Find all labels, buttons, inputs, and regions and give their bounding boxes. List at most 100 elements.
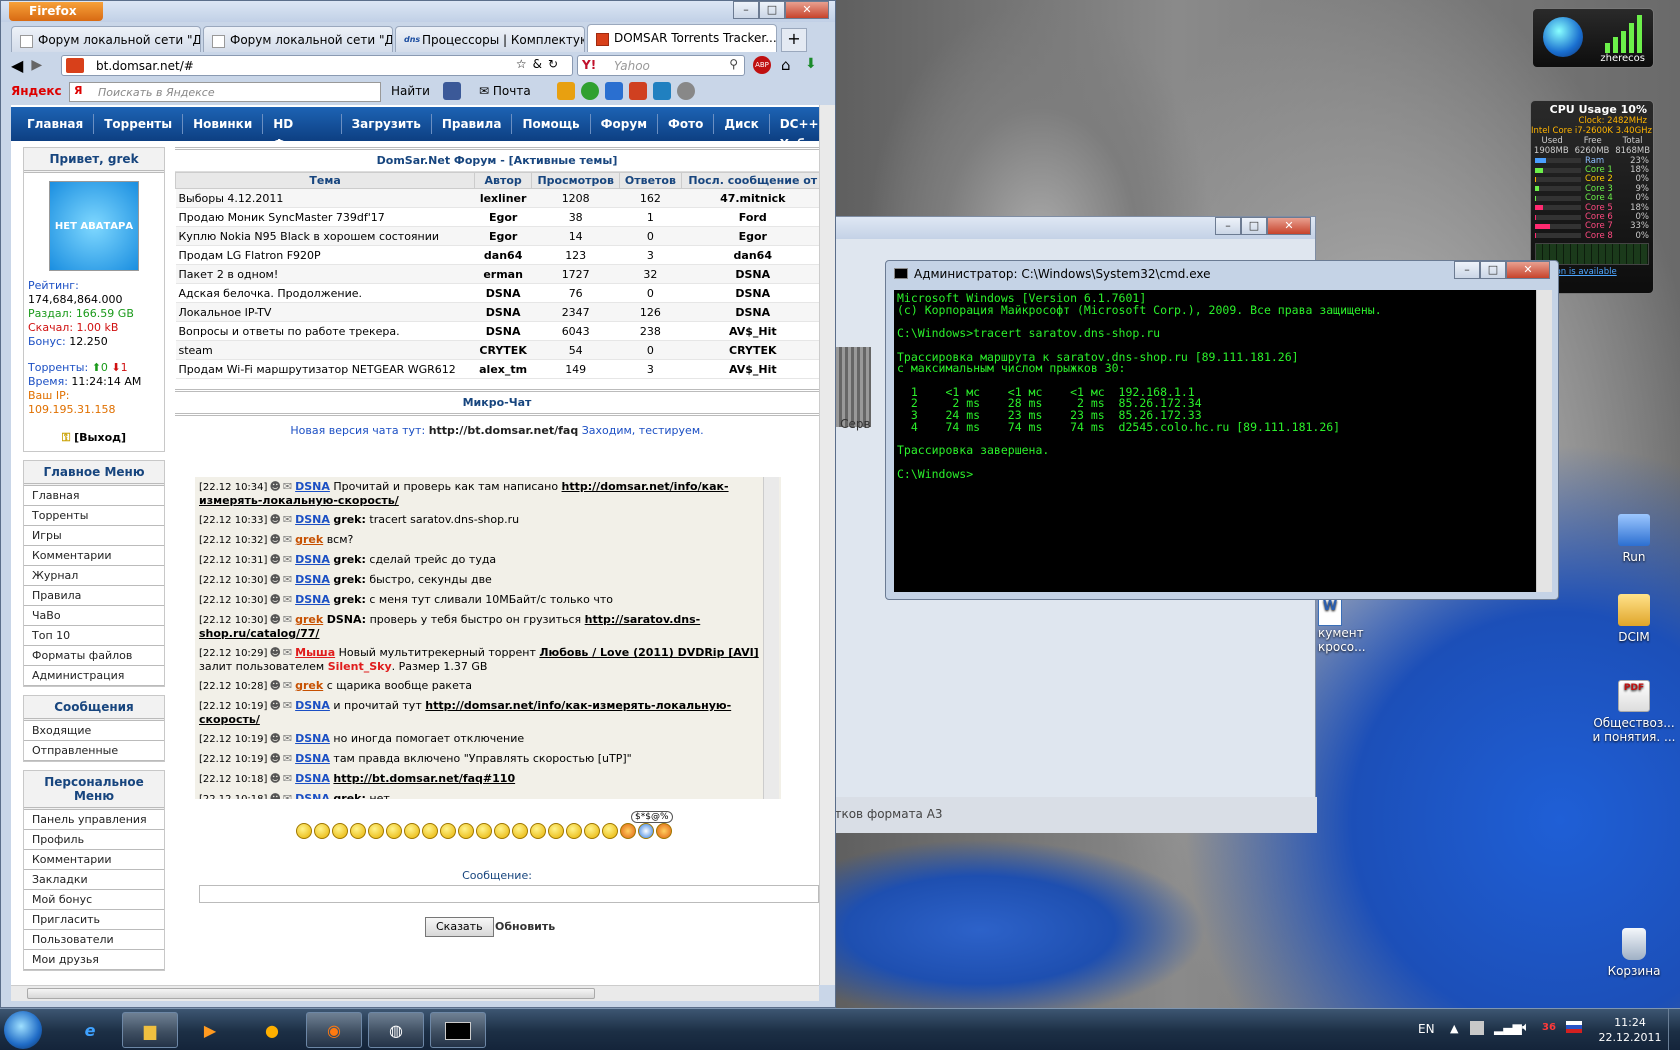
tab-domsar[interactable]: DOMSAR Torrents Tracker... bbox=[587, 24, 777, 52]
firefox-titlebar[interactable]: Firefox – □ ✕ bbox=[1, 1, 835, 22]
ie-taskbar-button[interactable]: e bbox=[62, 1012, 118, 1048]
mail-icon[interactable]: ✉ bbox=[283, 613, 292, 626]
chat-username[interactable]: Silent_Sky bbox=[328, 660, 392, 673]
table-cell[interactable]: lexliner bbox=[474, 188, 532, 208]
adblock-icon[interactable]: ABP bbox=[753, 56, 771, 74]
page-scrollbar[interactable] bbox=[819, 105, 835, 985]
mail-icon[interactable]: ✉ bbox=[283, 679, 292, 692]
media-taskbar-button[interactable]: ▶ bbox=[182, 1012, 238, 1048]
table-cell[interactable]: CRYTEK bbox=[474, 340, 532, 360]
vk-icon[interactable] bbox=[443, 82, 461, 100]
table-cell[interactable]: dan64 bbox=[681, 245, 819, 265]
scroll-thumb[interactable] bbox=[27, 988, 595, 999]
site-menu-item[interactable]: Фото bbox=[658, 114, 715, 134]
smiley-icon[interactable] bbox=[602, 823, 618, 839]
user-icon[interactable]: ☻ bbox=[269, 679, 280, 692]
smiley-icon[interactable] bbox=[512, 823, 528, 839]
chat-username[interactable]: grek bbox=[295, 533, 323, 546]
topic-link[interactable]: steam bbox=[175, 340, 475, 360]
table-cell[interactable]: DSNA bbox=[681, 264, 819, 284]
firefox-window[interactable]: Firefox – □ ✕ Форум локальной сети "ДО..… bbox=[0, 0, 836, 1008]
user-icon[interactable]: ☻ bbox=[269, 732, 280, 745]
site-menu-item[interactable]: Помощь bbox=[512, 114, 591, 134]
download-icon[interactable]: ⬇ bbox=[805, 56, 817, 72]
ghost-taskbar-button[interactable]: ◍ bbox=[368, 1012, 424, 1048]
topic-link[interactable]: Продам LG Flatron F920P bbox=[175, 245, 475, 265]
close-icon[interactable]: ✕ bbox=[1267, 217, 1311, 235]
tab-forum-2[interactable]: Форум локальной сети "ДО... bbox=[203, 26, 393, 52]
column-header[interactable]: Посл. сообщение от bbox=[680, 172, 819, 189]
smiley-icon[interactable] bbox=[350, 823, 366, 839]
show-desktop-button[interactable] bbox=[1668, 1009, 1680, 1050]
sidebar-item[interactable]: Пригласить bbox=[24, 910, 164, 930]
chat-username[interactable]: DSNA bbox=[295, 480, 330, 493]
language-indicator[interactable]: EN bbox=[1418, 1022, 1435, 1036]
yandex-find-button[interactable]: Найти bbox=[391, 84, 430, 98]
topic-link[interactable]: Локальное IP-TV bbox=[175, 302, 475, 322]
topic-link[interactable]: Адская белочка. Продолжение. bbox=[175, 283, 475, 303]
flag-tray-icon[interactable] bbox=[1566, 1021, 1582, 1033]
chat-username[interactable]: DSNA bbox=[295, 772, 330, 785]
action-center-icon[interactable] bbox=[1470, 1021, 1484, 1035]
table-cell[interactable]: Ford bbox=[681, 207, 819, 227]
mail-icon[interactable]: ✉ bbox=[283, 646, 292, 659]
home-icon[interactable]: ⌂ bbox=[781, 56, 791, 74]
sidebar-item[interactable]: Игры bbox=[24, 526, 164, 546]
bookmark-star-icon[interactable]: ☆&↻ bbox=[516, 57, 564, 71]
cmd-titlebar[interactable]: Администратор: C:\Windows\System32\cmd.e… bbox=[886, 261, 1558, 287]
sidebar-item[interactable]: Комментарии bbox=[24, 850, 164, 870]
tab-processors[interactable]: dns Процессоры | Комплектую... bbox=[395, 26, 585, 52]
minimize-button[interactable]: – bbox=[733, 1, 759, 19]
table-cell[interactable]: DSNA bbox=[681, 283, 819, 303]
smiley-icon[interactable] bbox=[440, 823, 456, 839]
mail-icon[interactable]: ✉ bbox=[283, 792, 292, 799]
smiley-icon[interactable] bbox=[530, 823, 546, 839]
mail-icon[interactable]: ✉ bbox=[283, 593, 292, 606]
network-tray-icon[interactable]: ▂▄▆ bbox=[1494, 1021, 1522, 1035]
sidebar-item[interactable]: Профиль bbox=[24, 830, 164, 850]
site-menu-item[interactable]: HD Фильмы bbox=[263, 114, 342, 151]
smiley-icon[interactable] bbox=[314, 823, 330, 839]
mail-icon[interactable]: ✉ bbox=[283, 573, 292, 586]
show-hidden-icons[interactable]: ▲ bbox=[1450, 1022, 1458, 1035]
cmd-window[interactable]: Администратор: C:\Windows\System32\cmd.e… bbox=[885, 260, 1559, 600]
email-icon[interactable] bbox=[653, 82, 671, 100]
volume-icon[interactable]: 🔈︎ bbox=[1522, 1020, 1530, 1035]
table-cell[interactable]: alex_tm bbox=[474, 359, 532, 379]
weather-icon[interactable] bbox=[557, 82, 575, 100]
smiley-icon[interactable] bbox=[494, 823, 510, 839]
say-button[interactable]: Сказать bbox=[425, 917, 494, 937]
mail-icon[interactable]: ✉ bbox=[283, 480, 292, 493]
sidebar-item[interactable]: Форматы файлов bbox=[24, 646, 164, 666]
sidebar-item[interactable]: Закладки bbox=[24, 870, 164, 890]
mail-icon[interactable]: ✉ bbox=[283, 553, 292, 566]
table-cell[interactable]: Egor bbox=[474, 207, 532, 227]
back-icon[interactable]: ◀ bbox=[11, 56, 23, 75]
start-button[interactable] bbox=[4, 1011, 42, 1049]
site-menu-item[interactable]: Новинки bbox=[183, 114, 264, 134]
message-input[interactable] bbox=[199, 885, 819, 903]
user-icon[interactable]: ☻ bbox=[269, 553, 280, 566]
sidebar-item[interactable]: Мой бонус bbox=[24, 890, 164, 910]
smiley-icon[interactable] bbox=[296, 823, 312, 839]
chat-box[interactable]: [22.12 10:34] ☻ ✉ DSNA Прочитай и проверь к… bbox=[195, 477, 781, 799]
table-cell[interactable]: 47.mitnick bbox=[681, 188, 819, 208]
sidebar-item[interactable]: Торренты bbox=[24, 506, 164, 526]
smiley-icon[interactable] bbox=[404, 823, 420, 839]
table-cell[interactable]: DSNA bbox=[474, 302, 532, 322]
table-cell[interactable]: AV$_Hit bbox=[681, 321, 819, 341]
table-cell[interactable]: CRYTEK bbox=[681, 340, 819, 360]
chat-username[interactable]: DSNA bbox=[295, 513, 330, 526]
site-menu-item[interactable]: Форум bbox=[591, 114, 659, 134]
clock[interactable]: 11:24 22.12.2011 bbox=[1598, 1015, 1662, 1045]
addon-icon[interactable] bbox=[581, 82, 599, 100]
logout-link[interactable]: [Выход] bbox=[74, 431, 126, 444]
search-icon[interactable]: ⚲ bbox=[729, 57, 738, 71]
refresh-button[interactable]: Обновить bbox=[495, 920, 555, 933]
sidebar-item[interactable]: Панель управления bbox=[24, 810, 164, 830]
mail-icon[interactable]: ✉ bbox=[283, 699, 292, 712]
smiley-icon[interactable] bbox=[386, 823, 402, 839]
table-cell[interactable]: Egor bbox=[474, 226, 532, 246]
topic-link[interactable]: Продаю Моник SyncMaster 739df'17 bbox=[175, 207, 475, 227]
flag-icon[interactable] bbox=[629, 82, 647, 100]
